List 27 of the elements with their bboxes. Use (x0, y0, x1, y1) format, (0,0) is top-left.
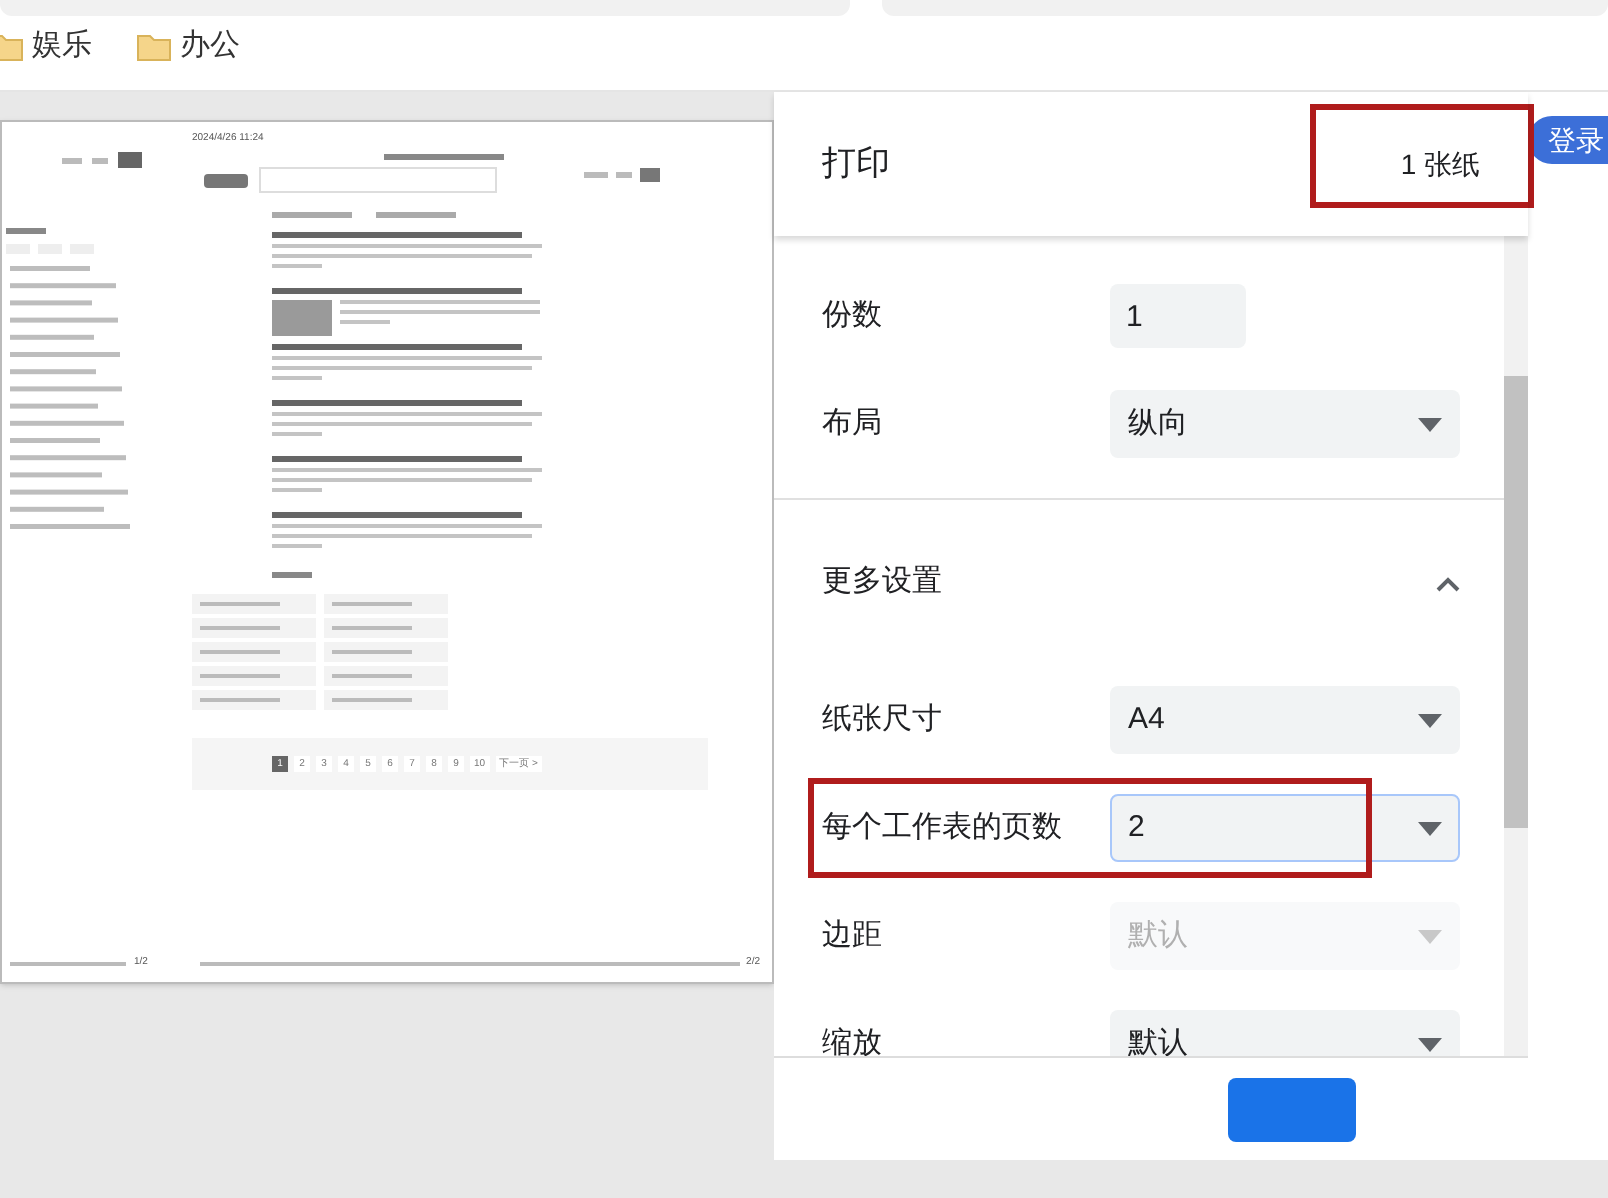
dropdown-select[interactable]: 2 (1110, 794, 1460, 862)
dropdown-caret-icon (1418, 417, 1442, 431)
setting-label: 纸张尺寸 (822, 699, 944, 740)
bookmark-folder[interactable]: 娱乐 (0, 23, 92, 69)
url-footer-drawing (10, 960, 126, 968)
dropdown-select[interactable]: A4 (1110, 686, 1460, 754)
copies-field[interactable]: 1 (1110, 284, 1246, 348)
scrollbar[interactable] (1504, 236, 1528, 1056)
dropdown-caret-icon (1418, 1037, 1442, 1051)
setting-label: 布局 (822, 403, 884, 444)
dialog-title: 打印 (822, 142, 890, 187)
folder-icon (136, 31, 172, 61)
dropdown-caret-icon (1418, 821, 1442, 835)
setting-label: 边距 (822, 915, 884, 956)
setting-label: 缩放 (822, 1023, 884, 1056)
sheet-count: 1 张纸 (1400, 145, 1480, 183)
setting-label: 份数 (822, 295, 884, 336)
setting-label: 每个工作表的页数 (822, 807, 1064, 848)
print-button[interactable] (1228, 1077, 1356, 1141)
dropdown-caret-icon (1418, 713, 1442, 727)
dropdown-select[interactable]: 纵向 (1110, 390, 1460, 458)
bookmark-folder[interactable]: 办公 (136, 23, 240, 69)
dropdown-caret-icon (1418, 929, 1442, 943)
chevron-up-icon[interactable] (1436, 575, 1460, 591)
login-button[interactable]: 登录 (1528, 116, 1608, 164)
dropdown-select[interactable]: 默认 (1110, 1010, 1460, 1056)
section-label: 更多设置 (822, 562, 942, 603)
